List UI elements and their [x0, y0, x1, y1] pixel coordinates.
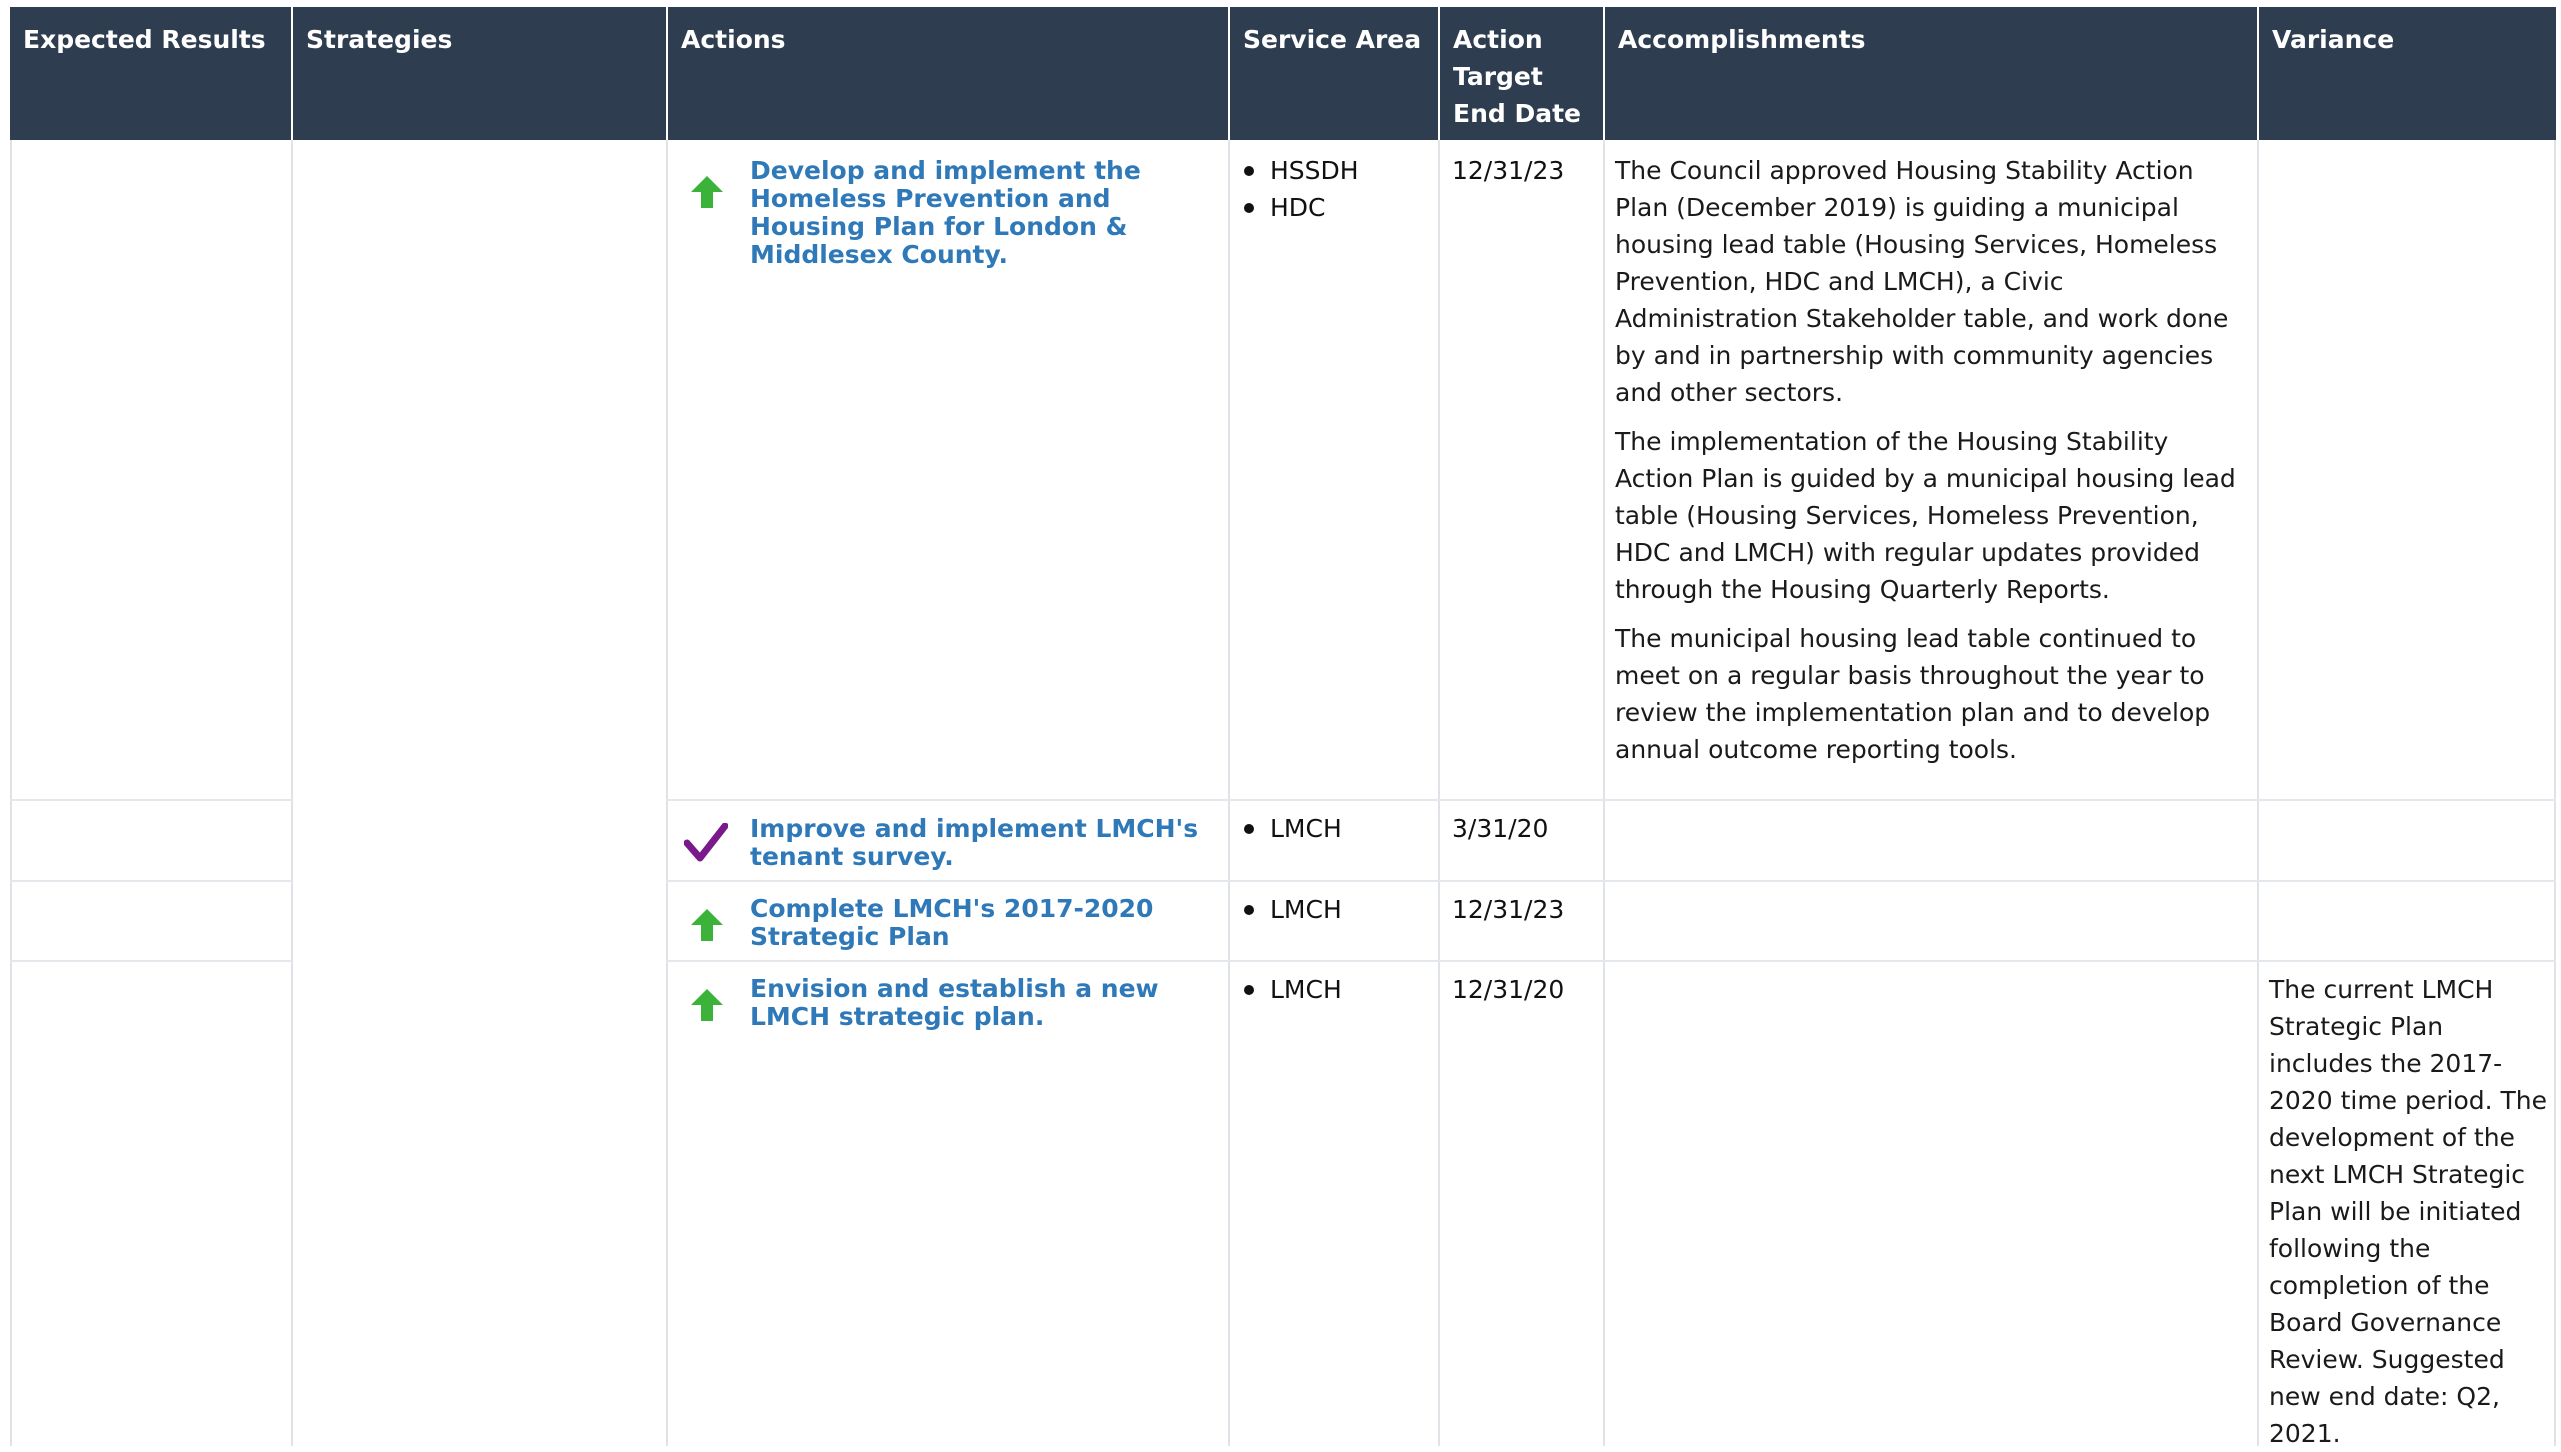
table-row: Complete LMCH's 2017-2020 Strategic Plan	[680, 895, 1220, 951]
action-link[interactable]: Develop and implement the Homeless Preve…	[750, 157, 1220, 269]
service-area-list: LMCH	[1242, 971, 1342, 1008]
accomplishment-paragraph: The municipal housing lead table continu…	[1615, 624, 2211, 764]
header-actions: Actions	[681, 25, 786, 54]
service-area-list: HSSDH HDC	[1242, 152, 1359, 226]
target-date: 12/31/23	[1452, 156, 1565, 185]
table-row: Develop and implement the Homeless Preve…	[680, 157, 1220, 269]
service-area-item: LMCH	[1242, 971, 1342, 1008]
header-service-area: Service Area	[1243, 25, 1422, 54]
green-up-arrow-icon	[680, 895, 750, 941]
service-area-item: LMCH	[1242, 891, 1342, 928]
header-strategies: Strategies	[306, 25, 453, 54]
green-up-arrow-icon	[680, 975, 750, 1021]
purple-checkmark-icon	[680, 815, 750, 862]
accomplishments-cell: The Council approved Housing Stability A…	[1615, 152, 2245, 780]
action-link[interactable]: Envision and establish a new LMCH strate…	[750, 975, 1220, 1031]
variance-text: The current LMCH Strategic Plan includes…	[2269, 975, 2548, 1448]
service-area-item: LMCH	[1242, 810, 1342, 847]
service-area-list: LMCH	[1242, 810, 1342, 847]
target-date: 12/31/23	[1452, 895, 1565, 924]
header-expected-results: Expected Results	[23, 25, 266, 54]
table-row: Improve and implement LMCH's tenant surv…	[680, 815, 1220, 871]
action-link[interactable]: Complete LMCH's 2017-2020 Strategic Plan	[750, 895, 1220, 951]
service-area-item: HSSDH	[1242, 152, 1359, 189]
table-row: Envision and establish a new LMCH strate…	[680, 975, 1220, 1031]
green-up-arrow-icon	[680, 157, 750, 208]
target-date: 3/31/20	[1452, 814, 1549, 843]
action-link[interactable]: Improve and implement LMCH's tenant surv…	[750, 815, 1220, 871]
header-action-target-end-date: Action Target End Date	[1453, 25, 1582, 128]
service-area-item: HDC	[1242, 189, 1359, 226]
target-date: 12/31/20	[1452, 975, 1565, 1004]
accomplishment-paragraph: The implementation of the Housing Stabil…	[1615, 427, 2236, 604]
accomplishment-paragraph: The Council approved Housing Stability A…	[1615, 156, 2229, 407]
service-area-list: LMCH	[1242, 891, 1342, 928]
header-variance: Variance	[2272, 25, 2395, 54]
header-accomplishments: Accomplishments	[1618, 25, 1866, 54]
